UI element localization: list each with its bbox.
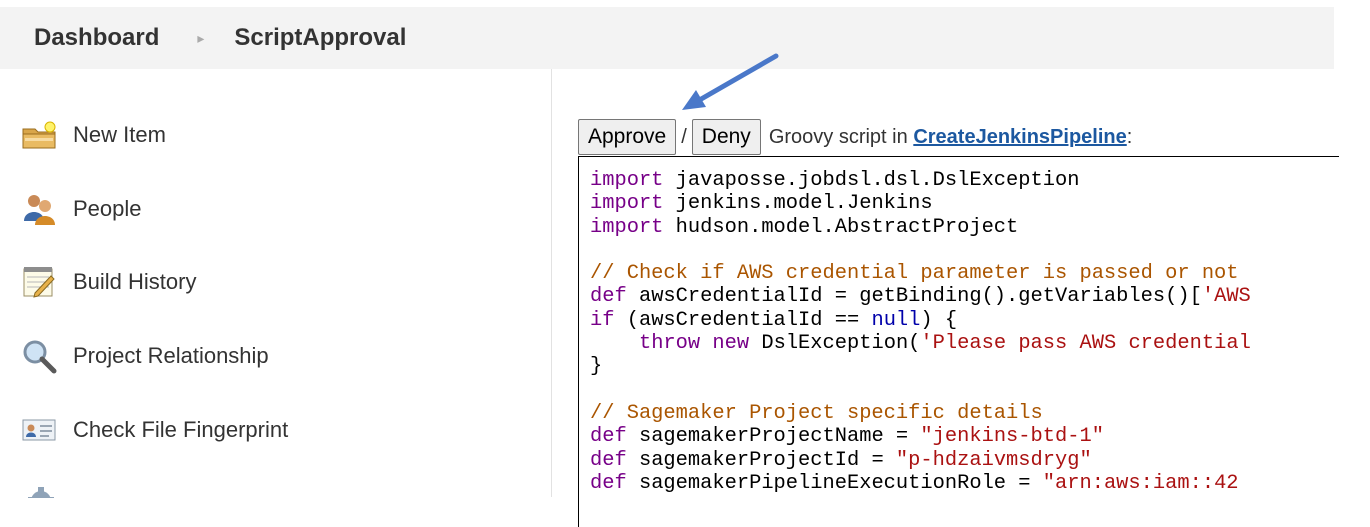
code-line: if (awsCredentialId == null) { [590,308,958,332]
approval-line: Approve / Deny Groovy script in CreateJe… [578,118,1132,156]
sidebar-item-new-item[interactable]: New Item [20,113,166,157]
code-text: import javaposse.jobdsl.dsl.DslException… [579,157,1339,495]
code-line: def awsCredentialId = getBinding().getVa… [590,285,1251,309]
code-line: // Check if AWS credential parameter is … [590,262,1239,286]
arrow-annotation-icon [682,53,779,110]
code-line: import jenkins.model.Jenkins [590,192,933,216]
code-line: import javaposse.jobdsl.dsl.DslException [590,169,1080,192]
approve-button[interactable]: Approve [578,119,677,155]
separator: / [681,125,687,148]
sidebar-item-label: Project Relationship [73,343,269,368]
magnifier-icon [20,337,58,375]
code-line: } [590,355,603,379]
chevron-right-icon: ▸ [197,29,205,46]
folder-new-icon [20,116,58,154]
sidebar-item-check-file-fingerprint[interactable]: Check File Fingerprint [20,408,288,452]
sidebar-item-project-relationship[interactable]: Project Relationship [20,334,269,378]
sidebar-item-label: Build History [73,269,197,294]
breadcrumb: Dashboard ▸ ScriptApproval [0,7,1334,69]
code-line: // Sagemaker Project specific details [590,401,1043,425]
code-line: def sagemakerPipelineExecutionRole = "ar… [590,471,1239,495]
breadcrumb-script-approval[interactable]: ScriptApproval [234,24,406,52]
sidebar-item-label: New Item [73,122,166,147]
fingerprint-card-icon [20,411,58,449]
script-code-box[interactable]: import javaposse.jobdsl.dsl.DslException… [578,156,1339,527]
code-line: def sagemakerProjectId = "p-hdzaivmsdryg… [590,448,1092,472]
sidebar-divider [551,69,552,497]
code-line: def sagemakerProjectName = "jenkins-btd-… [590,425,1104,449]
deny-button[interactable]: Deny [691,119,761,155]
gear-icon[interactable] [24,484,58,498]
sidebar-item-build-history[interactable]: Build History [20,260,196,304]
script-name-link[interactable]: CreateJenkinsPipeline [913,126,1126,149]
sidebar-item-label: People [73,196,142,221]
code-line: throw new DslException('Please pass AWS … [638,332,1251,356]
sidebar-item-people[interactable]: People [20,187,142,231]
code-line: import hudson.model.AbstractProject [590,215,1019,239]
people-icon [20,190,58,228]
breadcrumb-dashboard[interactable]: Dashboard [34,24,159,52]
notepad-icon [20,263,58,301]
sidebar-item-label: Check File Fingerprint [73,417,289,442]
description-suffix: : [1126,125,1133,148]
script-description: Groovy script in [768,125,908,148]
